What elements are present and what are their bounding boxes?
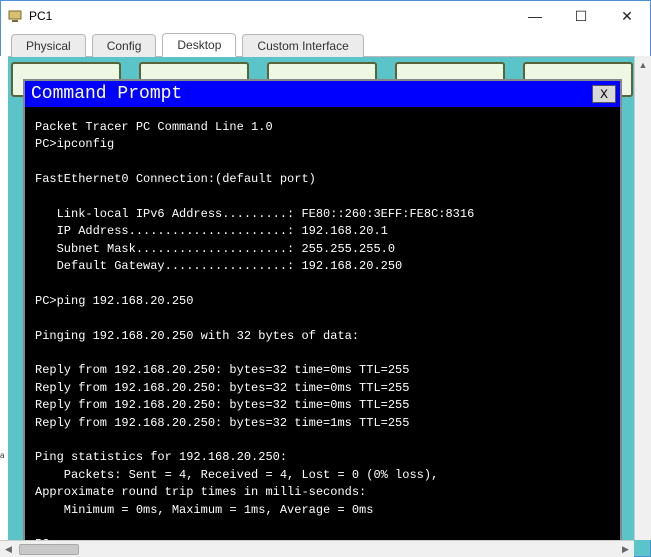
left-edge-strip: a xyxy=(0,56,8,540)
tab-bar: Physical Config Desktop Custom Interface xyxy=(1,31,650,57)
tab-config[interactable]: Config xyxy=(92,34,157,57)
scroll-up-icon[interactable]: ▲ xyxy=(635,56,651,73)
vertical-scrollbar[interactable]: ▲ xyxy=(634,56,651,540)
command-prompt-close-button[interactable]: X xyxy=(592,85,616,103)
horizontal-scrollbar[interactable]: ◀ ▶ xyxy=(0,540,634,557)
scroll-thumb[interactable] xyxy=(19,544,79,555)
scroll-right-icon[interactable]: ▶ xyxy=(617,541,634,557)
tab-desktop[interactable]: Desktop xyxy=(162,33,236,57)
close-button[interactable]: ✕ xyxy=(604,1,650,31)
desktop-workarea: Command Prompt X Packet Tracer PC Comman… xyxy=(1,57,650,556)
tab-physical[interactable]: Physical xyxy=(11,34,86,57)
app-window: PC1 — ☐ ✕ Physical Config Desktop Custom… xyxy=(0,0,651,557)
minimize-button[interactable]: — xyxy=(512,1,558,31)
command-prompt-title: Command Prompt xyxy=(31,84,592,104)
maximize-button[interactable]: ☐ xyxy=(558,1,604,31)
pc-icon xyxy=(7,8,23,24)
command-prompt-window: Command Prompt X Packet Tracer PC Comman… xyxy=(23,79,622,548)
left-strip-letter: a xyxy=(0,451,8,460)
scroll-left-icon[interactable]: ◀ xyxy=(0,541,17,557)
titlebar: PC1 — ☐ ✕ xyxy=(1,1,650,31)
tab-custom-interface[interactable]: Custom Interface xyxy=(242,34,363,57)
window-title: PC1 xyxy=(29,9,52,23)
terminal-output[interactable]: Packet Tracer PC Command Line 1.0 PC>ipc… xyxy=(25,107,620,546)
command-prompt-titlebar: Command Prompt X xyxy=(25,81,620,107)
